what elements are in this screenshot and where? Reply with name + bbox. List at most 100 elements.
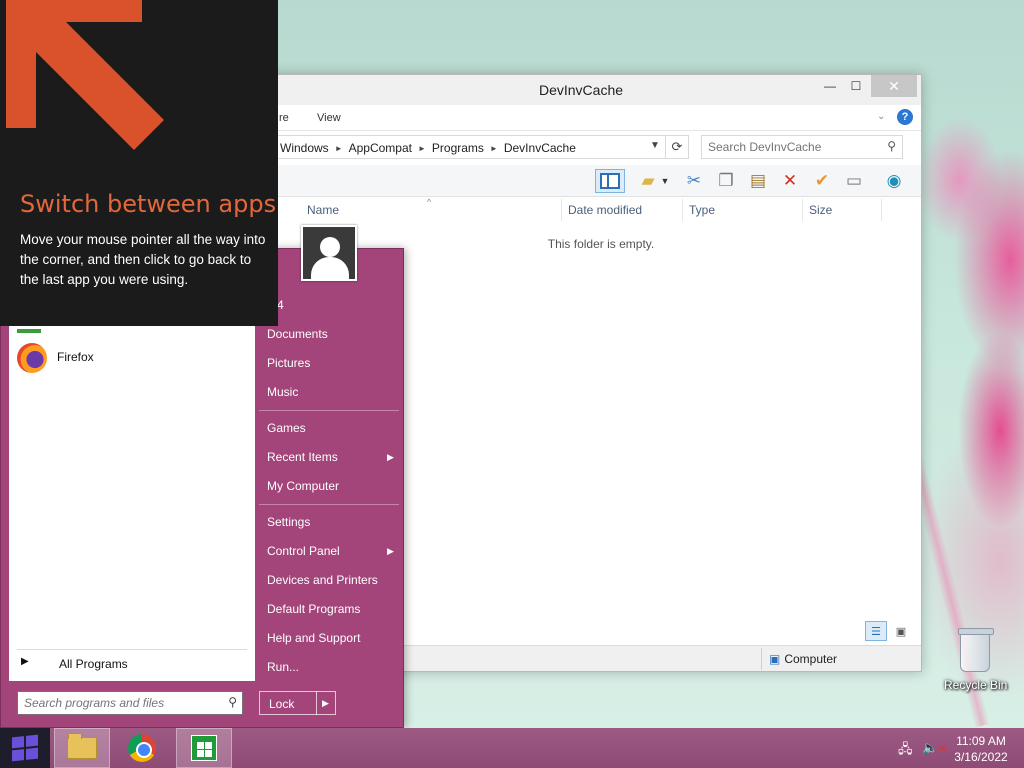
chevron-down-icon[interactable]: ⌄	[877, 111, 885, 122]
minimize-button[interactable]: —	[817, 75, 843, 97]
breadcrumb-item[interactable]: AppCompat	[349, 141, 412, 155]
refresh-icon[interactable]: ⟳	[665, 135, 689, 159]
windows-logo-icon	[12, 734, 38, 762]
chevron-right-icon[interactable]: ►	[490, 144, 498, 153]
paste-icon[interactable]: ▤	[745, 169, 771, 193]
program-firefox[interactable]: Firefox	[15, 341, 245, 375]
start-item-pictures[interactable]: Pictures	[267, 356, 310, 370]
address-dropdown-icon[interactable]: ▼	[650, 140, 660, 151]
all-programs-button[interactable]: ▶ All Programs	[17, 649, 247, 673]
column-name[interactable]: Name	[307, 203, 339, 217]
start-item-control-panel[interactable]: Control Panel	[267, 544, 340, 558]
menu-view[interactable]: View	[317, 112, 341, 124]
chevron-right-icon[interactable]: ►	[418, 144, 426, 153]
triangle-right-icon: ▶	[21, 656, 29, 667]
clock[interactable]: 11:09 AM 3/16/2022	[948, 733, 1014, 765]
checkmark-icon[interactable]: ✔	[809, 169, 835, 193]
start-button[interactable]	[0, 728, 50, 768]
recycle-bin-icon	[958, 628, 994, 672]
breadcrumb-item[interactable]: Windows	[280, 141, 329, 155]
network-icon[interactable]: 🖧	[898, 740, 913, 762]
recycle-bin-label: Recycle Bin	[944, 678, 1008, 692]
cut-icon[interactable]: ✂	[681, 169, 707, 193]
status-location: ▣ Computer	[769, 652, 837, 666]
layout-pane-icon[interactable]	[595, 169, 625, 193]
delete-icon[interactable]: ✕	[777, 169, 803, 193]
tip-title: Switch between apps	[20, 190, 277, 218]
start-item-documents[interactable]: Documents	[267, 327, 328, 341]
copy-icon[interactable]: ❐	[713, 169, 739, 193]
clock-date: 3/16/2022	[954, 750, 1008, 764]
status-divider	[761, 648, 762, 670]
lock-button[interactable]: Lock	[259, 691, 317, 715]
start-item-run[interactable]: Run...	[267, 660, 299, 674]
column-divider[interactable]	[802, 199, 803, 221]
folder-icon	[67, 733, 97, 759]
start-item-default-programs[interactable]: Default Programs	[267, 602, 360, 616]
column-size[interactable]: Size	[809, 203, 832, 217]
column-divider[interactable]	[682, 199, 683, 221]
start-item-recent-items[interactable]: Recent Items	[267, 450, 338, 464]
search-input[interactable]	[708, 139, 878, 155]
clock-time: 11:09 AM	[956, 734, 1006, 748]
column-type[interactable]: Type	[689, 203, 715, 217]
toolbar: ▰ ▼ ✂ ❐ ▤ ✕ ✔ ▭ ◉	[241, 165, 921, 197]
computer-icon: ▣	[769, 652, 781, 666]
power-options-arrow-icon[interactable]: ▶	[316, 691, 336, 715]
maximize-button[interactable]: ☐	[843, 75, 869, 97]
status-location-label: Computer	[784, 652, 838, 666]
details-view-icon[interactable]: ☰	[865, 621, 887, 641]
all-programs-label: All Programs	[59, 657, 128, 671]
start-item-settings[interactable]: Settings	[267, 515, 310, 529]
desktop-icon-recycle-bin[interactable]: Recycle Bin	[944, 628, 1008, 700]
volume-muted-icon[interactable]: 🔈✕	[922, 740, 947, 756]
search-box[interactable]: ⚲	[701, 135, 903, 159]
taskbar-file-explorer[interactable]	[54, 728, 110, 768]
store-icon	[191, 735, 217, 761]
help-icon[interactable]: ?	[897, 109, 913, 125]
start-search-box[interactable]: ⚲	[17, 691, 243, 715]
start-search-input[interactable]	[24, 695, 214, 711]
taskbar-chrome[interactable]	[114, 728, 170, 768]
breadcrumb: Windows ► AppCompat ► Programs ► DevInvCache	[280, 141, 576, 155]
folder-options-icon[interactable]: ▰	[635, 169, 661, 193]
close-button[interactable]: ✕	[871, 75, 917, 97]
submenu-arrow-icon[interactable]: ▶	[387, 452, 394, 463]
breadcrumb-item[interactable]: Programs	[432, 141, 484, 155]
taskbar-store[interactable]	[176, 728, 232, 768]
tip-popup: Switch between apps Move your mouse poin…	[0, 0, 278, 326]
chrome-icon	[128, 734, 156, 762]
start-item-help-support[interactable]: Help and Support	[267, 631, 360, 645]
chevron-right-icon[interactable]: ►	[335, 144, 343, 153]
empty-folder-message: This folder is empty.	[547, 237, 655, 251]
start-item-devices-printers[interactable]: Devices and Printers	[267, 573, 378, 587]
address-bar[interactable]: Windows ► AppCompat ► Programs ► DevInvCache ▼	[275, 135, 689, 159]
menu-separator	[259, 504, 399, 505]
large-icons-view-icon[interactable]: ▣	[891, 621, 911, 641]
folder-options-dropdown-icon[interactable]: ▼	[659, 169, 671, 193]
properties-icon[interactable]: ▭	[841, 169, 867, 193]
pinned-program-edge	[17, 329, 41, 333]
start-item-music[interactable]: Music	[267, 385, 298, 399]
globe-icon[interactable]: ◉	[881, 169, 907, 193]
breadcrumb-item[interactable]: DevInvCache	[504, 141, 576, 155]
column-divider[interactable]	[881, 199, 882, 221]
menu-share[interactable]: re	[279, 112, 289, 124]
arrow-up-left-icon	[6, 0, 164, 150]
column-divider[interactable]	[561, 199, 562, 221]
program-label: Firefox	[57, 350, 94, 364]
start-item-games[interactable]: Games	[267, 421, 306, 435]
submenu-arrow-icon[interactable]: ▶	[387, 546, 394, 557]
start-item-my-computer[interactable]: My Computer	[267, 479, 339, 493]
lock-label: Lock	[269, 697, 295, 711]
tip-body: Move your mouse pointer all the way into…	[20, 232, 266, 287]
title-bar[interactable]: DevInvCache — ☐ ✕	[241, 75, 921, 105]
firefox-icon	[17, 343, 47, 373]
search-icon[interactable]: ⚲	[887, 139, 896, 153]
column-date-modified[interactable]: Date modified	[568, 203, 642, 217]
search-icon[interactable]: ⚲	[228, 695, 237, 709]
taskbar: 🖧 🔈✕ 11:09 AM 3/16/2022	[0, 728, 1024, 768]
column-headers: ^ Name Date modified Type Size	[241, 197, 921, 221]
menu-bar: re View ⌄ ?	[241, 105, 921, 131]
user-avatar[interactable]	[301, 225, 357, 281]
